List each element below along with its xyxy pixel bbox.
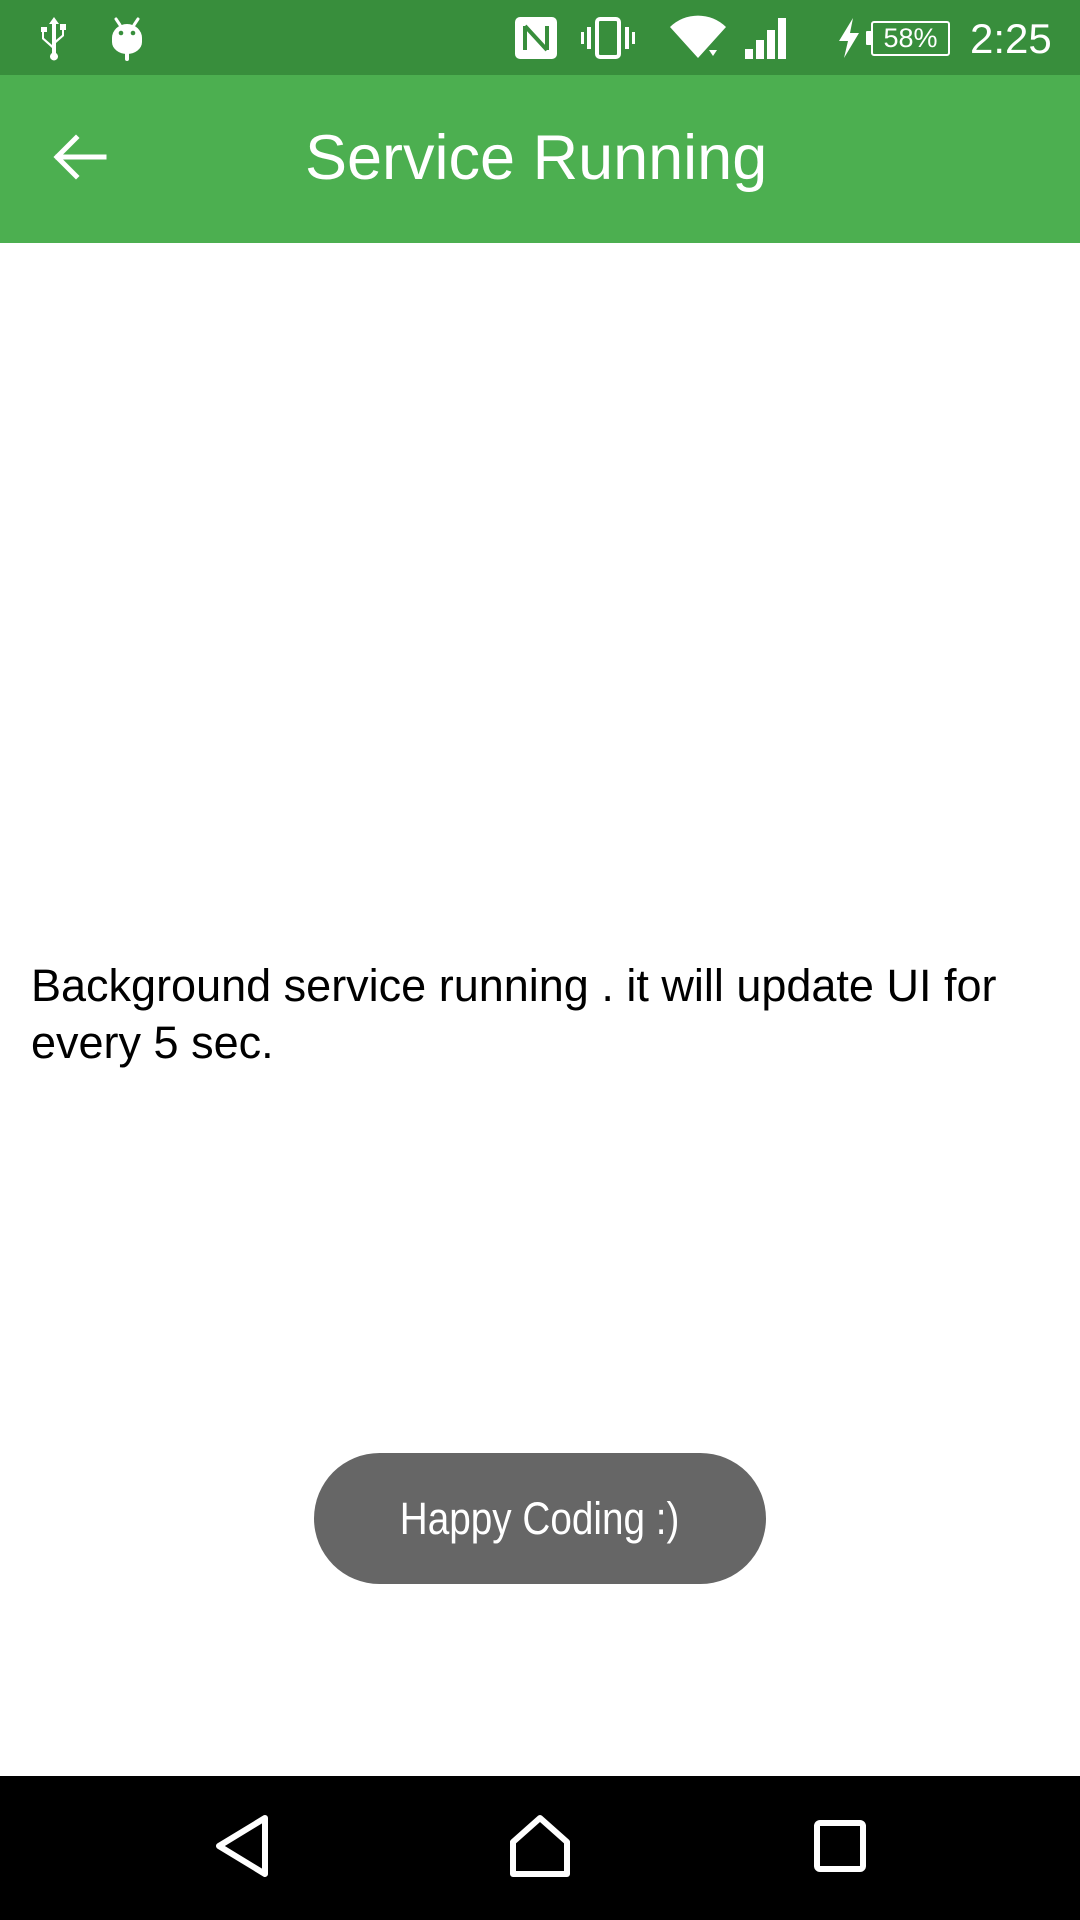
back-button[interactable] (40, 119, 120, 199)
charging-icon (834, 0, 864, 75)
arrow-back-icon (52, 132, 108, 187)
service-status-message: Background service running . it will upd… (31, 960, 997, 1068)
home-icon (508, 1814, 572, 1883)
vibrate-icon (579, 0, 637, 75)
back-triangle-icon (213, 1814, 273, 1883)
nav-recents-button[interactable] (792, 1800, 888, 1896)
app-bar: Service Running (0, 75, 1080, 243)
usb-icon (34, 0, 74, 75)
toast: Happy Coding :) (314, 1453, 766, 1584)
status-bar: 58% 2:25 (0, 0, 1080, 75)
nav-home-button[interactable] (492, 1800, 588, 1896)
page-title: Service Running (305, 123, 768, 193)
status-clock: 2:25 (970, 15, 1052, 62)
android-debug-icon (105, 0, 149, 75)
cell-signal-icon (742, 0, 794, 75)
nav-back-button[interactable] (195, 1800, 291, 1896)
toast-text: Happy Coding :) (400, 1492, 680, 1544)
navigation-bar (0, 1776, 1080, 1920)
wifi-icon (668, 0, 728, 75)
nfc-icon (511, 0, 561, 75)
battery-percent: 58% (871, 21, 950, 56)
recents-icon (812, 1818, 868, 1879)
